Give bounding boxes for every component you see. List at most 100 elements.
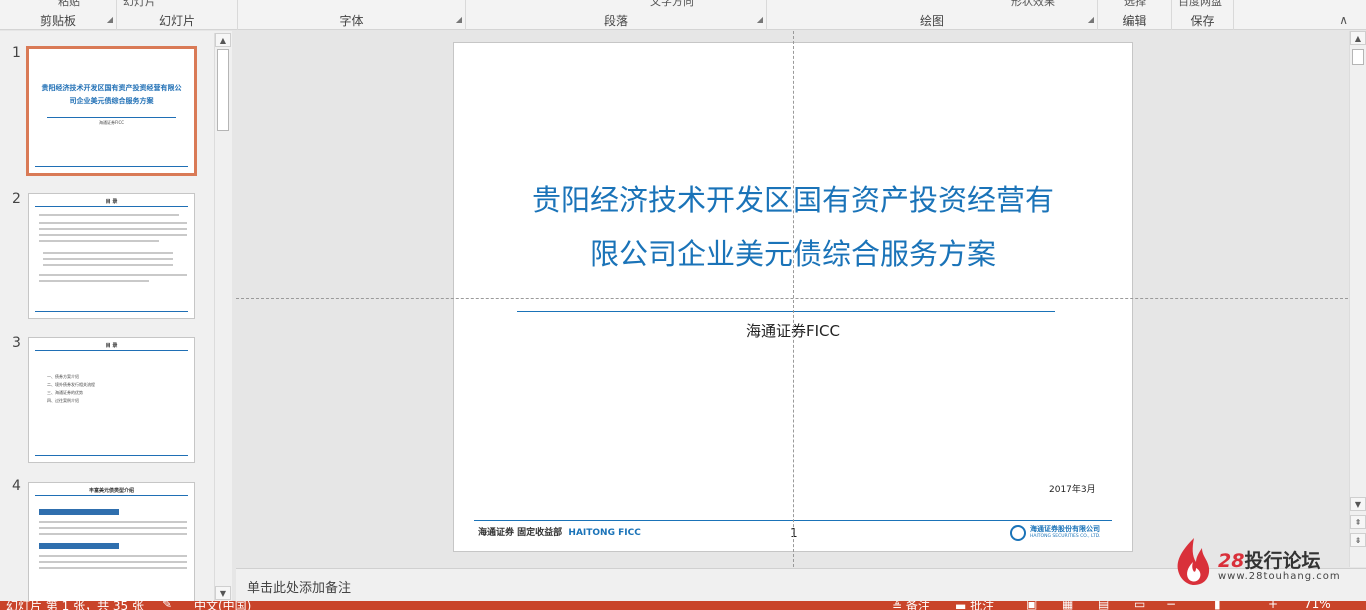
- scroll-up-arrow-icon[interactable]: ▲: [215, 33, 231, 47]
- watermark-logo: 28投行论坛 www.28touhang.com: [1172, 536, 1342, 586]
- new-slide-label[interactable]: 幻灯片: [123, 0, 156, 9]
- slide-editor: 贵阳经济技术开发区国有资产投资经营有 限公司企业美元债综合服务方案 海通证券FI…: [236, 31, 1348, 567]
- thumb-text-line: [39, 567, 187, 569]
- thumbnail-scrollbar[interactable]: ▲ ▼: [214, 33, 231, 601]
- thumb-footer-line: [35, 455, 188, 456]
- footer-brand: HAITONG FICC: [568, 528, 641, 538]
- thumb-text-line: [39, 521, 187, 523]
- slide-preview[interactable]: 丰富美元债类型介绍: [28, 482, 195, 601]
- dialog-launcher-icon[interactable]: ◢: [107, 16, 113, 24]
- vertical-guide[interactable]: [793, 31, 794, 567]
- thumb-rule: [35, 206, 188, 207]
- footer-department: 海通证券 固定收益部 HAITONG FICC: [478, 525, 641, 538]
- scroll-down-arrow-icon[interactable]: ▼: [1350, 497, 1366, 511]
- slide-preview[interactable]: 目 录: [28, 193, 195, 319]
- thumb-section-box: [39, 509, 119, 515]
- ribbon-group-label: 剪贴板: [39, 14, 76, 28]
- shape-effects-label[interactable]: 形状效果: [1011, 0, 1055, 9]
- footer-department-text: 海通证券 固定收益部: [478, 528, 563, 538]
- thumb-text-line: [39, 222, 187, 224]
- thumb-rule: [35, 350, 188, 351]
- normal-view-icon[interactable]: ▣: [1026, 601, 1037, 610]
- notes-placeholder[interactable]: 单击此处添加备注: [247, 577, 351, 596]
- thumb-title: 贵阳经济技术开发区国有资产投资经营有限公司企业美元债综合服务方案: [41, 84, 182, 105]
- baidu-netdisk-label[interactable]: 百度网盘: [1178, 0, 1222, 9]
- slide-number: 4: [12, 478, 21, 494]
- scroll-down-arrow-icon[interactable]: ▼: [215, 586, 231, 600]
- thumb-subtitle: 海通证券FICC: [99, 120, 125, 125]
- reading-view-icon[interactable]: ▤: [1098, 601, 1109, 610]
- ribbon-group-slides: 幻灯片 幻灯片: [117, 0, 238, 30]
- thumb-text-line: [43, 264, 173, 266]
- thumb-rule: [47, 117, 176, 118]
- notes-button[interactable]: ≜ 备注: [892, 601, 930, 610]
- ribbon-group-save: 百度网盘 保存: [1172, 0, 1234, 30]
- ribbon-group-label: 编辑: [1122, 14, 1147, 28]
- editor-scrollbar[interactable]: ▲ ▼ ⇞ ⇟: [1349, 31, 1366, 567]
- slide-number: 1: [12, 45, 21, 61]
- thumb-heading: 目 录: [105, 199, 118, 205]
- slide-number: 2: [12, 191, 21, 207]
- ribbon-group-label: 绘图: [919, 14, 944, 28]
- watermark-name: 投行论坛: [1244, 550, 1321, 572]
- language-indicator[interactable]: 中文(中国): [194, 601, 251, 610]
- next-slide-icon[interactable]: ⇟: [1350, 533, 1366, 547]
- slide-date[interactable]: 2017年3月: [1049, 482, 1096, 495]
- scroll-thumb[interactable]: [217, 49, 229, 131]
- spellcheck-icon[interactable]: ✎: [162, 601, 172, 610]
- slideshow-icon[interactable]: ▭: [1134, 601, 1145, 610]
- thumb-text-line: [43, 258, 173, 260]
- scroll-thumb[interactable]: [1352, 49, 1364, 65]
- thumb-text-line: [39, 234, 187, 236]
- flame-icon: [1177, 538, 1210, 585]
- thumb-section-box: [39, 543, 119, 549]
- powerpoint-window: 粘贴 剪贴板 ◢ 幻灯片 幻灯片 字体 ◢ 文字方向 段落 ◢ 形状效果 绘图 …: [0, 0, 1366, 610]
- thumb-heading: 丰富美元债类型介绍: [88, 488, 134, 494]
- dialog-launcher-icon[interactable]: ◢: [456, 16, 462, 24]
- slide-preview[interactable]: 目 录 一、债券方案介绍 二、境外债券发行相关流程 三、海通证券的优势 四、过往…: [28, 337, 195, 463]
- zoom-in-icon[interactable]: +: [1268, 601, 1278, 610]
- slide-sorter-icon[interactable]: ▦: [1062, 601, 1073, 610]
- thumb-toc-item: 三、海通证券的优势: [47, 390, 83, 395]
- select-label[interactable]: 选择: [1124, 0, 1146, 9]
- comments-button-label: 批注: [970, 601, 995, 610]
- thumb-footer-line: [35, 311, 188, 312]
- zoom-level[interactable]: 71%: [1304, 601, 1331, 610]
- dialog-launcher-icon[interactable]: ◢: [1088, 16, 1094, 24]
- watermark-title: 28投行论坛: [1218, 546, 1320, 573]
- slide-number: 3: [12, 335, 21, 351]
- thumb-text-line: [39, 561, 187, 563]
- text-direction-label[interactable]: 文字方向: [650, 0, 694, 9]
- dialog-launcher-icon[interactable]: ◢: [757, 16, 763, 24]
- thumb-rule: [35, 495, 188, 496]
- logo-en-text: HAITONG SECURITIES CO., LTD.: [1030, 534, 1101, 539]
- thumb-toc-item: 二、境外债券发行相关流程: [47, 382, 95, 387]
- ribbon-group-label: 幻灯片: [158, 14, 195, 28]
- previous-slide-icon[interactable]: ⇞: [1350, 515, 1366, 529]
- comments-button[interactable]: ▬ 批注: [955, 601, 994, 610]
- thumb-text-line: [39, 240, 159, 242]
- watermark-number: 28: [1218, 550, 1245, 572]
- thumb-toc-item: 四、过往案例介绍: [47, 398, 79, 403]
- slide-count: 幻灯片 第 1 张，共 35 张: [6, 601, 144, 610]
- ribbon-group-label: 保存: [1190, 14, 1215, 28]
- haitong-logo: 海通证券股份有限公司 HAITONG SECURITIES CO., LTD.: [1010, 523, 1110, 545]
- ribbon-group-drawing: 形状效果 绘图 ◢: [767, 0, 1098, 30]
- scroll-up-arrow-icon[interactable]: ▲: [1350, 31, 1366, 45]
- ribbon-group-clipboard: 粘贴 剪贴板 ◢: [0, 0, 117, 30]
- horizontal-guide[interactable]: [236, 298, 1348, 299]
- thumb-footer-line: [35, 166, 188, 167]
- slide-preview[interactable]: 贵阳经济技术开发区国有资产投资经营有限公司企业美元债综合服务方案 海通证券FIC…: [26, 46, 197, 176]
- thumb-text-line: [39, 214, 179, 216]
- watermark-url: www.28touhang.com: [1218, 571, 1341, 582]
- ribbon-group-font: 字体 ◢: [238, 0, 466, 30]
- ribbon: 粘贴 剪贴板 ◢ 幻灯片 幻灯片 字体 ◢ 文字方向 段落 ◢ 形状效果 绘图 …: [0, 0, 1366, 30]
- paste-label[interactable]: 粘贴: [58, 0, 80, 9]
- chevron-up-icon[interactable]: ∧: [1339, 13, 1348, 27]
- title-rule: [517, 311, 1055, 312]
- status-bar: 幻灯片 第 1 张，共 35 张 ✎ 中文(中国) ≜ 备注 ▬ 批注 ▣ ▦ …: [0, 601, 1366, 610]
- zoom-out-icon[interactable]: −: [1166, 601, 1176, 610]
- thumb-text-line: [39, 527, 187, 529]
- ribbon-group-label: 字体: [339, 14, 364, 28]
- zoom-slider[interactable]: ▮: [1214, 601, 1221, 610]
